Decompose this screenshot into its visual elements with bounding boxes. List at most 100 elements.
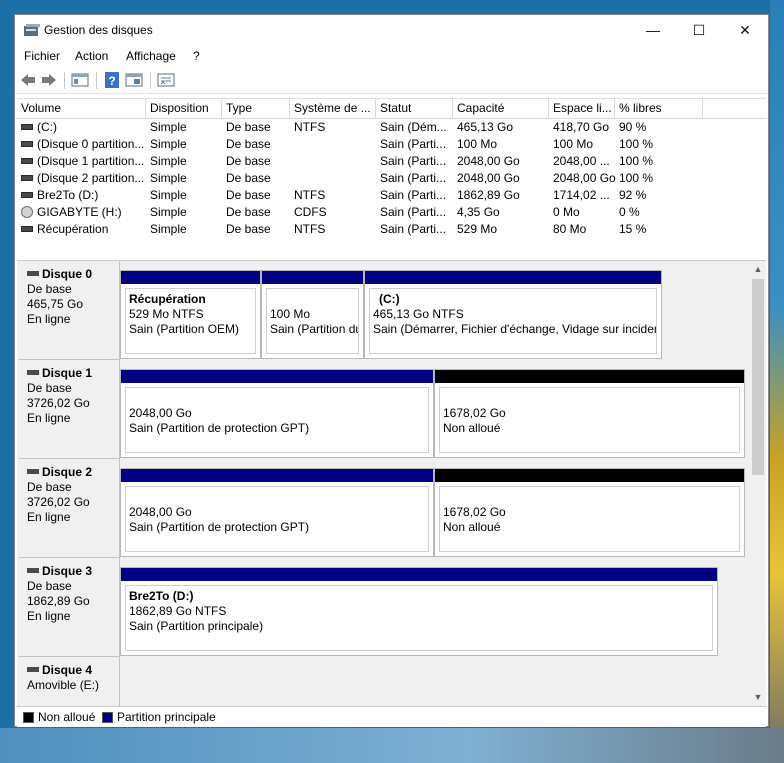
- partition-gpt-protective[interactable]: 2048,00 Go Sain (Partition de protection…: [120, 369, 434, 458]
- cell-free: 2048,00 ...: [553, 154, 610, 168]
- cell-type: De base: [226, 222, 271, 236]
- volume-icon: [21, 158, 33, 164]
- forward-arrow-icon[interactable]: [40, 72, 58, 88]
- cell-disposition: Simple: [150, 188, 187, 202]
- disk-size: 3726,02 Go: [27, 495, 90, 509]
- settings-list-icon[interactable]: [157, 72, 175, 88]
- volume-list: Volume Disposition Type Système de ... S…: [17, 98, 766, 259]
- volume-row[interactable]: (Disque 2 partition... Simple De base Sain …: [17, 170, 766, 187]
- partition-recovery[interactable]: Récupération 529 Mo NTFS Sain (Partition…: [120, 270, 261, 359]
- help-icon[interactable]: ?: [103, 72, 121, 88]
- close-button[interactable]: ✕: [722, 15, 768, 45]
- primary-partition-bar: [365, 271, 661, 284]
- menu-bar: Fichier Action Affichage ?: [15, 46, 768, 66]
- cell-volume: (Disque 0 partition...: [37, 137, 145, 151]
- partition-status: Sain (Partition OEM): [129, 322, 240, 336]
- column-header-type[interactable]: Type: [222, 99, 290, 118]
- volume-icon: [21, 226, 33, 232]
- minimize-button[interactable]: —: [630, 15, 676, 45]
- partition-gpt-protective[interactable]: 2048,00 Go Sain (Partition de protection…: [120, 468, 434, 557]
- volume-row[interactable]: Bre2To (D:) Simple De base NTFS Sain (Parti.…: [17, 187, 766, 204]
- partition-label: (C:): [379, 292, 400, 306]
- column-header-filesystem[interactable]: Système de ...: [290, 99, 376, 118]
- partition-status: Non alloué: [443, 520, 501, 534]
- menu-affichage[interactable]: Affichage: [126, 49, 176, 63]
- disk-0-label[interactable]: Disque 0 De base 465,75 Go En ligne: [19, 261, 120, 360]
- disk-management-icon: [24, 24, 40, 36]
- column-header-free-space[interactable]: Espace li...: [549, 99, 615, 118]
- volume-row[interactable]: Récupération Simple De base NTFS Sain (Parti…: [17, 221, 766, 238]
- back-arrow-icon[interactable]: [19, 72, 37, 88]
- primary-partition-bar: [121, 271, 260, 284]
- disk-4-label[interactable]: Disque 4 Amovible (E:): [19, 657, 120, 707]
- disk-type: De base: [27, 282, 72, 296]
- cell-type: De base: [226, 154, 271, 168]
- toolbar-separator: [150, 72, 151, 89]
- disk-icon: [27, 568, 39, 573]
- toolbar: ?: [15, 67, 768, 94]
- cd-icon: [21, 206, 33, 218]
- cell-volume: (C:): [37, 120, 57, 134]
- volume-row[interactable]: GIGABYTE (H:) Simple De base CDFS Sain (Part…: [17, 204, 766, 221]
- cell-status: Sain (Parti...: [380, 188, 447, 202]
- cell-capacity: 4,35 Go: [457, 205, 500, 219]
- cell-free: 2048,00 Go: [553, 171, 616, 185]
- column-header-percent-free[interactable]: % libres: [615, 99, 703, 118]
- partition-c[interactable]: (C:) 465,13 Go NTFS Sain (Démarrer, Fich…: [364, 270, 662, 359]
- legend-primary: Partition principale: [117, 710, 216, 724]
- disk-status: En ligne: [27, 411, 71, 425]
- volume-row[interactable]: (Disque 1 partition... Simple De base Sain …: [17, 153, 766, 170]
- unallocated-bar: [435, 469, 744, 482]
- primary-partition-bar: [262, 271, 363, 284]
- maximize-button[interactable]: ☐: [676, 15, 722, 45]
- partition-size: 100 Mo: [270, 307, 311, 321]
- cell-type: De base: [226, 188, 271, 202]
- partition-label: Récupération: [129, 292, 206, 306]
- cell-pct: 15 %: [619, 222, 647, 236]
- cell-pct: 100 %: [619, 154, 654, 168]
- disk-icon: [27, 469, 39, 474]
- disk-1-label[interactable]: Disque 1 De base 3726,02 Go En ligne: [19, 360, 120, 459]
- partition-status: Sain (Démarrer, Fichier d'échange, Vidag…: [373, 322, 657, 336]
- column-header-disposition[interactable]: Disposition: [146, 99, 222, 118]
- volume-icon: [21, 175, 33, 181]
- disk-type: De base: [27, 381, 72, 395]
- partition-label: Bre2To (D:): [129, 589, 194, 603]
- cell-capacity: 465,13 Go: [457, 120, 514, 134]
- volume-row[interactable]: (Disque 0 partition... Simple De base Sain …: [17, 136, 766, 153]
- scroll-down-icon[interactable]: ▼: [750, 689, 766, 705]
- cell-fs: CDFS: [294, 205, 327, 219]
- partition-status: Sain (Partition de protection GPT): [129, 520, 310, 534]
- partition-status: Sain (Partition du: [270, 322, 359, 336]
- console-tree-icon[interactable]: [71, 72, 89, 88]
- properties-icon[interactable]: [125, 72, 143, 88]
- column-header-volume[interactable]: Volume: [17, 99, 146, 118]
- volume-row[interactable]: (C:) Simple De base NTFS Sain (Dém... 465,13 …: [17, 119, 766, 136]
- partition-unallocated[interactable]: 1678,02 Go Non alloué: [434, 468, 745, 557]
- partition-size: 2048,00 Go: [129, 505, 192, 519]
- vertical-scrollbar[interactable]: ▲ ▼: [750, 261, 766, 707]
- scroll-thumb[interactable]: [752, 279, 764, 475]
- disk-2-label[interactable]: Disque 2 De base 3726,02 Go En ligne: [19, 459, 120, 558]
- cell-status: Sain (Parti...: [380, 222, 447, 236]
- column-header-capacity[interactable]: Capacité: [453, 99, 549, 118]
- partition-size: 1862,89 Go NTFS: [129, 604, 227, 618]
- disk-type: De base: [27, 579, 72, 593]
- partition-unallocated[interactable]: 1678,02 Go Non alloué: [434, 369, 745, 458]
- cell-capacity: 100 Mo: [457, 137, 498, 151]
- partition-efi[interactable]: 100 Mo Sain (Partition du: [261, 270, 364, 359]
- column-header-status[interactable]: Statut: [376, 99, 453, 118]
- partition-d[interactable]: Bre2To (D:) 1862,89 Go NTFS Sain (Partit…: [120, 567, 718, 656]
- menu-action[interactable]: Action: [75, 49, 108, 63]
- scroll-up-icon[interactable]: ▲: [750, 261, 766, 277]
- disk-management-window: Gestion des disques — ☐ ✕ Fichier Action…: [14, 14, 769, 727]
- cell-status: Sain (Parti...: [380, 154, 447, 168]
- desktop-wallpaper-bottom: [0, 728, 784, 763]
- menu-fichier[interactable]: Fichier: [24, 49, 60, 63]
- disk-type: De base: [27, 480, 72, 494]
- disk-name: Disque 1: [42, 366, 93, 380]
- primary-partition-bar: [121, 568, 717, 581]
- cell-pct: 0 %: [619, 205, 640, 219]
- disk-3-label[interactable]: Disque 3 De base 1862,89 Go En ligne: [19, 558, 120, 657]
- menu-help[interactable]: ?: [193, 49, 200, 63]
